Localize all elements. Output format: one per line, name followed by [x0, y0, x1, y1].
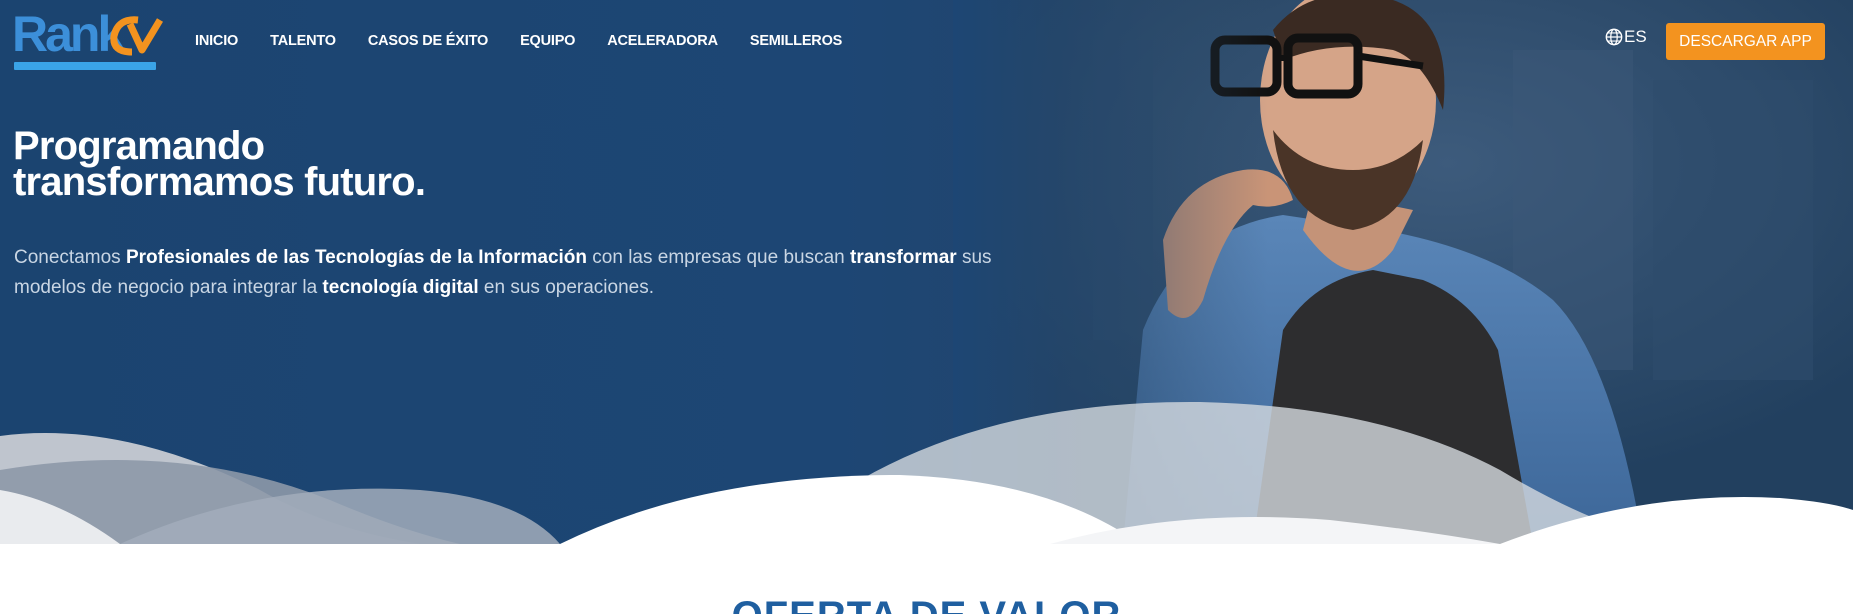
- section-title: OFERTA DE VALOR: [0, 596, 1853, 614]
- nav-item-talento[interactable]: TALENTO: [270, 31, 336, 51]
- main-menu: INICIO TALENTO CASOS DE ÉXITO EQUIPO ACE…: [195, 31, 874, 51]
- top-navigation: Rank INICIO TALENTO CASOS DE ÉXITO EQUIP…: [0, 0, 1853, 80]
- hero-description: Conectamos Profesionales de las Tecnolog…: [14, 243, 1024, 303]
- logo-text: Rank: [12, 6, 125, 62]
- lead-text-4: en sus operaciones.: [478, 277, 654, 298]
- nav-item-aceleradora[interactable]: ACELERADORA: [607, 31, 718, 51]
- hero-waves-divider: [0, 401, 1853, 544]
- nav-item-casos-de-exito[interactable]: CASOS DE ÉXITO: [368, 31, 488, 51]
- hero-headline: Programando transformamos futuro.: [13, 124, 426, 204]
- logo[interactable]: Rank: [12, 4, 164, 74]
- lead-text-1: Conectamos: [14, 247, 126, 268]
- headline-line-1: Programando: [13, 124, 265, 168]
- download-app-button[interactable]: DESCARGAR APP: [1666, 23, 1825, 60]
- language-selector[interactable]: ES: [1605, 27, 1647, 47]
- logo-cv-mark: [110, 16, 164, 56]
- hero-section: Rank INICIO TALENTO CASOS DE ÉXITO EQUIP…: [0, 0, 1853, 544]
- logo-underline: [14, 62, 156, 70]
- nav-item-inicio[interactable]: INICIO: [195, 31, 238, 51]
- nav-item-equipo[interactable]: EQUIPO: [520, 31, 575, 51]
- lead-text-2: con las empresas que buscan: [587, 247, 851, 268]
- headline-line-2: transformamos futuro.: [13, 160, 426, 204]
- lead-bold-3: tecnología digital: [322, 277, 479, 298]
- globe-icon: [1605, 28, 1623, 46]
- lead-bold-1: Profesionales de las Tecnologías de la I…: [125, 247, 588, 268]
- nav-item-semilleros[interactable]: SEMILLEROS: [750, 31, 842, 51]
- lead-bold-2: transformar: [850, 247, 957, 268]
- language-label: ES: [1624, 27, 1647, 46]
